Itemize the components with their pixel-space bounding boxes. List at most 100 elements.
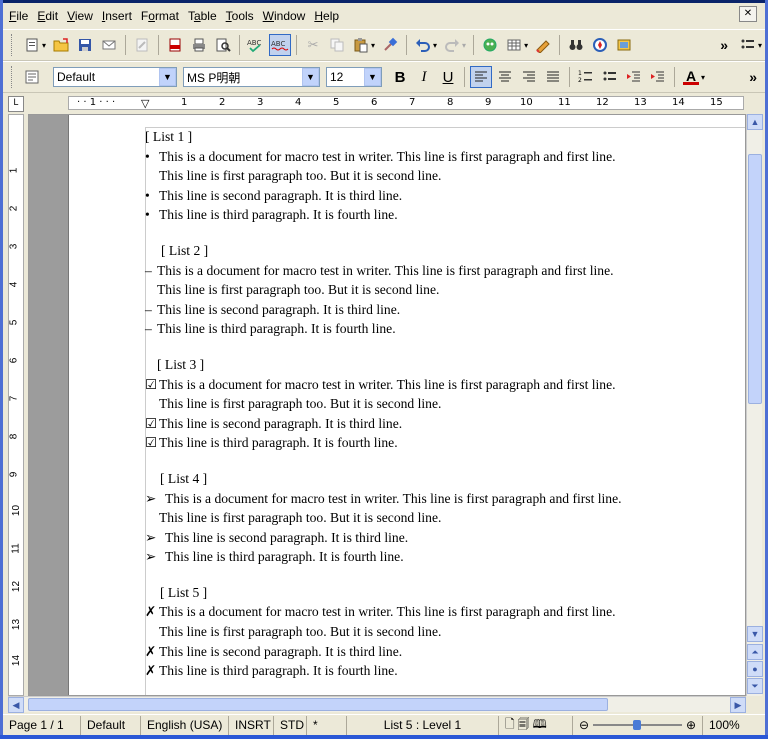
underline-button[interactable]: U <box>437 66 459 88</box>
zoom-in-icon[interactable]: ⊕ <box>686 718 696 732</box>
multi-page-view-icon[interactable]: 🗐 <box>518 715 530 736</box>
email-icon[interactable] <box>98 34 120 56</box>
menu-insert[interactable]: Insert <box>102 9 132 23</box>
list-item[interactable]: ☑ This line is second paragraph. It is th… <box>145 414 745 434</box>
toolbar-grip[interactable] <box>11 34 14 56</box>
scroll-down-icon[interactable]: ▼ <box>747 626 763 642</box>
zoom-out-icon[interactable]: ⊖ <box>579 718 589 732</box>
list-item-continuation[interactable]: This line is first paragraph too. But it… <box>145 394 745 414</box>
bold-button[interactable]: B <box>389 66 411 88</box>
horizontal-scroll-thumb[interactable] <box>28 698 608 711</box>
toolbar-overflow-icon[interactable]: » <box>749 69 757 85</box>
menu-tools[interactable]: Tools <box>226 9 254 23</box>
draw-functions-icon[interactable] <box>532 34 554 56</box>
font-color-button[interactable]: A <box>680 66 702 88</box>
zoom-knob[interactable] <box>633 720 642 730</box>
document-text[interactable]: [ List 1 ] • This is a document for macro… <box>145 127 745 681</box>
list-item-continuation[interactable]: This line is first paragraph too. But it… <box>145 166 745 186</box>
chevron-down-icon[interactable]: ▾ <box>42 41 46 50</box>
vertical-scroll-thumb[interactable] <box>748 154 762 404</box>
spellcheck-icon[interactable]: ABC <box>245 34 267 56</box>
list-item[interactable]: ✗ This line is second paragraph. It is th… <box>145 642 745 662</box>
list-item[interactable]: • This line is second paragraph. It is th… <box>145 186 745 206</box>
status-page[interactable]: Page 1 / 1 <box>3 715 81 735</box>
clone-formatting-icon[interactable] <box>379 34 401 56</box>
list-item[interactable]: ☑ This is a document for macro test in wr… <box>145 375 745 395</box>
list-item-continuation[interactable]: This line is first paragraph too. But it… <box>145 622 745 642</box>
open-folder-icon[interactable] <box>50 34 72 56</box>
vertical-ruler[interactable]: 1 2 3 4 5 6 7 8 9 10 11 12 13 14 <box>8 114 24 696</box>
status-insert-mode[interactable]: INSRT <box>229 715 274 735</box>
list-heading[interactable]: [ List 4 ] <box>145 469 745 489</box>
zoom-slider[interactable]: ⊖ ⊕ <box>573 715 703 735</box>
single-page-view-icon[interactable]: 🗋 <box>505 715 515 736</box>
menu-file[interactable]: File <box>9 9 28 23</box>
chevron-down-icon[interactable]: ▾ <box>701 73 705 82</box>
vertical-scrollbar[interactable]: ▲ ▼ ⏶ ● ⏷ <box>746 114 763 696</box>
next-page-icon[interactable]: ⏷ <box>747 678 763 694</box>
document-view[interactable]: [ List 1 ] • This is a document for macro… <box>28 114 746 696</box>
new-document-icon[interactable] <box>21 34 43 56</box>
edit-file-icon[interactable] <box>131 34 153 56</box>
toolbar-grip[interactable] <box>11 66 14 88</box>
decrease-indent-icon[interactable] <box>623 66 645 88</box>
list-item[interactable]: ➢ This line is second paragraph. It is th… <box>145 528 745 548</box>
list-item[interactable]: • This line is third paragraph. It is fou… <box>145 205 745 225</box>
tab-stop-selector[interactable]: L <box>8 96 24 112</box>
export-pdf-icon[interactable] <box>164 34 186 56</box>
menu-format[interactable]: Format <box>141 9 179 23</box>
chevron-down-icon[interactable]: ▼ <box>159 68 176 86</box>
align-center-icon[interactable] <box>494 66 516 88</box>
list-heading[interactable]: [ List 3 ] <box>145 355 745 375</box>
status-selection-mode[interactable]: STD <box>274 715 307 735</box>
font-size-select[interactable]: 12 ▼ <box>326 67 382 87</box>
list-item[interactable]: ✗ This is a document for macro test in wr… <box>145 602 745 622</box>
chevron-down-icon[interactable]: ▼ <box>364 68 381 86</box>
chevron-down-icon[interactable]: ▾ <box>758 41 762 50</box>
menu-window[interactable]: Window <box>263 9 306 23</box>
styles-formatting-icon[interactable] <box>21 66 43 88</box>
font-name-select[interactable]: MS P明朝 ▼ <box>183 67 320 87</box>
chevron-down-icon[interactable]: ▾ <box>462 41 466 50</box>
close-document-button[interactable]: ✕ <box>739 6 757 22</box>
list-item[interactable]: – This line is second paragraph. It is th… <box>145 300 745 320</box>
print-icon[interactable] <box>188 34 210 56</box>
status-language[interactable]: English (USA) <box>141 715 229 735</box>
bullets-list-icon[interactable] <box>737 34 759 56</box>
list-item[interactable]: • This is a document for macro test in wr… <box>145 147 745 167</box>
align-left-icon[interactable] <box>470 66 492 88</box>
status-modified[interactable]: * <box>307 715 347 735</box>
list-item[interactable]: ➢ This is a document for macro test in wr… <box>145 489 745 509</box>
undo-icon[interactable] <box>412 34 434 56</box>
list-item[interactable]: ✗ This line is third paragraph. It is fou… <box>145 661 745 681</box>
status-page-style[interactable]: Default <box>81 715 141 735</box>
increase-indent-icon[interactable] <box>647 66 669 88</box>
scroll-right-icon[interactable]: ▶ <box>730 697 746 713</box>
previous-page-icon[interactable]: ⏶ <box>747 644 763 660</box>
chevron-down-icon[interactable]: ▼ <box>302 68 319 86</box>
list-item-continuation[interactable]: This line is first paragraph too. But it… <box>145 508 745 528</box>
find-replace-icon[interactable] <box>565 34 587 56</box>
indent-marker-icon[interactable]: ▽ <box>141 97 149 109</box>
list-item-continuation[interactable]: This line is first paragraph too. But it… <box>145 280 745 300</box>
table-icon[interactable] <box>503 34 525 56</box>
zoom-level[interactable]: 100% <box>703 716 746 735</box>
justify-icon[interactable] <box>542 66 564 88</box>
cut-icon[interactable]: ✂ <box>302 34 324 56</box>
italic-button[interactable]: I <box>413 66 435 88</box>
copy-icon[interactable] <box>326 34 348 56</box>
save-icon[interactable] <box>74 34 96 56</box>
chevron-down-icon[interactable]: ▾ <box>433 41 437 50</box>
list-item[interactable]: – This is a document for macro test in wr… <box>145 261 745 281</box>
list-heading[interactable]: [ List 1 ] <box>145 127 745 147</box>
menu-help[interactable]: Help <box>314 9 339 23</box>
zoom-track[interactable] <box>593 720 682 730</box>
autospellcheck-icon[interactable]: ABC <box>269 34 292 56</box>
gallery-icon[interactable] <box>613 34 635 56</box>
book-view-icon[interactable]: 🕮 <box>533 715 547 736</box>
list-heading[interactable]: [ List 2 ] <box>145 241 745 261</box>
list-heading[interactable]: [ List 5 ] <box>145 583 745 603</box>
menu-edit[interactable]: Edit <box>37 9 58 23</box>
redo-icon[interactable] <box>441 34 463 56</box>
scroll-up-icon[interactable]: ▲ <box>747 114 763 130</box>
